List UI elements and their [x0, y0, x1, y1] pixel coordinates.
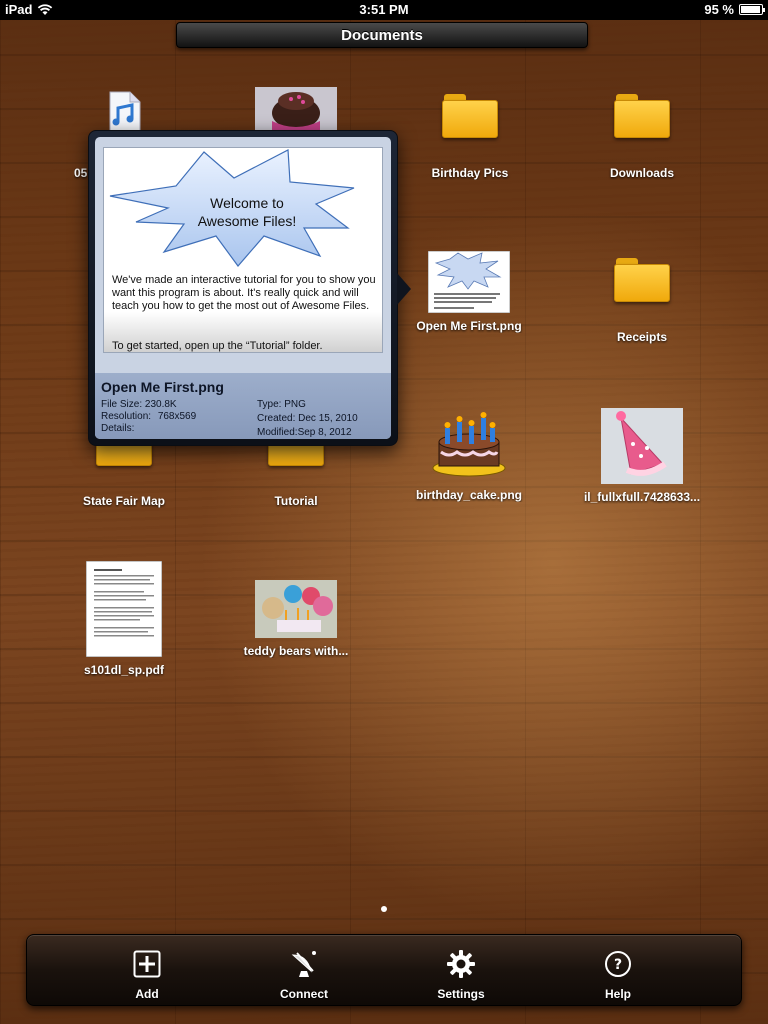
- folder-icon: [442, 94, 498, 138]
- help-label: Help: [604, 987, 631, 1001]
- file-item-s101dl-pdf[interactable]: s101dl_sp.pdf: [44, 561, 204, 677]
- cake-photo-icon: [255, 87, 337, 131]
- bottom-toolbar: Add Connect Settings ? Help: [26, 934, 742, 1006]
- popover-arrow: [397, 273, 411, 305]
- starburst-text: Welcome to Awesome Files!: [197, 195, 297, 229]
- preview-paragraph: We've made an interactive tutorial for y…: [112, 274, 376, 312]
- file-label: teddy bears with...: [243, 644, 349, 658]
- file-item-cake-photo[interactable]: [216, 87, 376, 131]
- status-time: 3:51 PM: [359, 2, 409, 17]
- help-button[interactable]: ? Help: [573, 949, 663, 1001]
- settings-label: Settings: [437, 987, 485, 1001]
- party-hat-photo-icon: [601, 408, 683, 484]
- folder-label: Downloads: [609, 166, 674, 180]
- folder-birthday-pics[interactable]: Birthday Pics: [390, 94, 550, 180]
- folder-label: Birthday Pics: [431, 166, 509, 180]
- satellite-dish-icon: [291, 951, 316, 977]
- image-thumbnail: [428, 251, 510, 313]
- pdf-document-icon: [86, 561, 162, 657]
- resolution-row: Resolution: 768x569: [101, 411, 197, 422]
- file-label: s101dl_sp.pdf: [83, 663, 165, 677]
- type-row: Type: PNG: [257, 399, 306, 410]
- details-row: Details:: [101, 423, 135, 434]
- add-button[interactable]: Add: [102, 949, 192, 1001]
- modified-row: Modified:Sep 8, 2012: [257, 427, 352, 438]
- file-label: birthday_cake.png: [415, 488, 523, 502]
- file-info-popover: Welcome to Awesome Files! We've made an …: [88, 130, 411, 446]
- svg-text:?: ?: [614, 957, 622, 973]
- status-bar: iPad 3:51 PM 95 %: [0, 0, 768, 20]
- settings-button[interactable]: Settings: [416, 949, 506, 1001]
- file-item-teddy-bears[interactable]: teddy bears with...: [216, 580, 376, 658]
- folder-label: Tutorial: [274, 494, 318, 508]
- file-item-birthday-cake[interactable]: birthday_cake.png: [389, 408, 549, 502]
- connect-label: Connect: [280, 987, 328, 1001]
- file-info-panel: Open Me First.png File Size: 230.8K Reso…: [95, 373, 391, 439]
- add-icon: [133, 950, 161, 978]
- file-label: il_fullxfull.7428633...: [583, 490, 701, 504]
- image-preview: Welcome to Awesome Files! We've made an …: [103, 147, 383, 353]
- connect-button[interactable]: Connect: [259, 949, 349, 1001]
- battery-icon: [739, 4, 765, 15]
- folder-icon: [614, 94, 670, 138]
- battery-percent: 95 %: [704, 2, 734, 17]
- folder-receipts[interactable]: Receipts: [562, 258, 722, 344]
- page-indicator-dot[interactable]: [381, 906, 387, 912]
- gear-icon: [447, 950, 475, 978]
- file-item-open-me-first[interactable]: Open Me First.png: [389, 251, 549, 333]
- folder-label: State Fair Map: [82, 494, 166, 508]
- folder-label: Receipts: [616, 330, 668, 344]
- created-row: Created: Dec 15, 2010: [257, 413, 358, 424]
- preview-paragraph-2: To get started, open up the “Tutorial” f…: [112, 340, 323, 352]
- file-label: Open Me First.png: [416, 319, 522, 333]
- file-item-il-fullxfull[interactable]: il_fullxfull.7428633...: [562, 408, 722, 504]
- audio-file-icon: [109, 91, 141, 133]
- teddy-bears-photo-icon: [255, 580, 337, 638]
- add-label: Add: [135, 987, 159, 1001]
- page-title: Documents: [176, 22, 588, 48]
- file-name: Open Me First.png: [101, 379, 224, 395]
- file-size-row: File Size: 230.8K: [101, 399, 177, 410]
- folder-downloads[interactable]: Downloads: [562, 94, 722, 180]
- help-icon: ?: [605, 951, 631, 977]
- birthday-cake-icon: [432, 412, 506, 477]
- folder-icon: [614, 258, 670, 302]
